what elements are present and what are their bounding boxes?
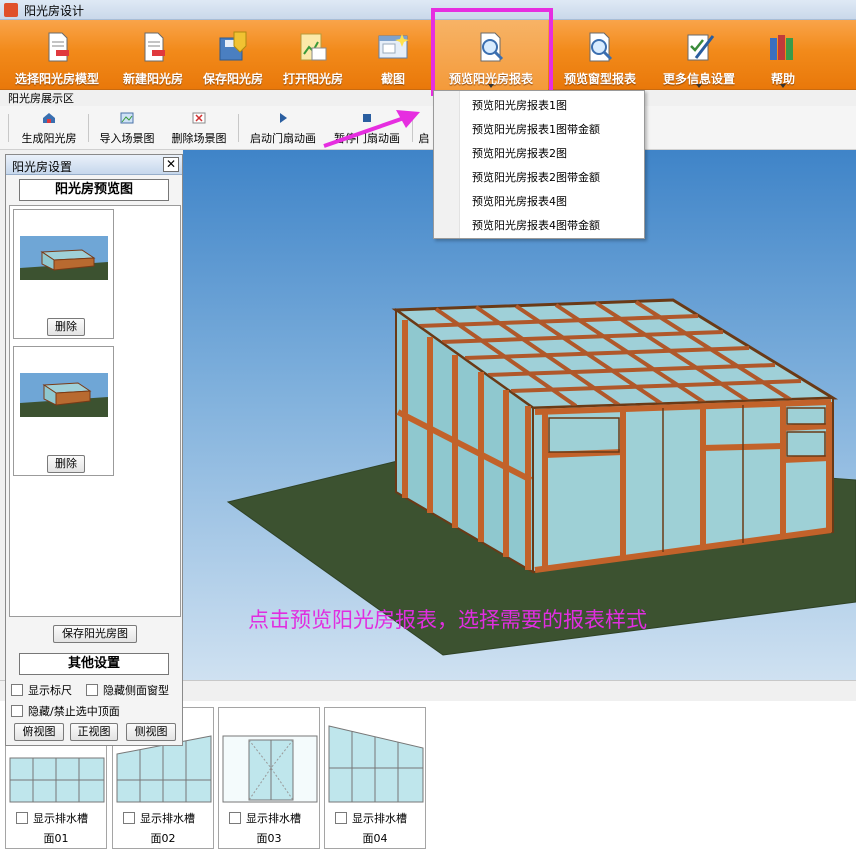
books-icon <box>770 35 793 60</box>
import-scene-button[interactable]: 导入场景图 <box>94 110 160 146</box>
panel-title: 阳光房设置 <box>12 160 73 174</box>
face-card[interactable]: 显示排水槽 面03 <box>218 707 320 849</box>
document-icon <box>48 32 69 62</box>
show-drain-label: 显示排水槽 <box>246 812 301 825</box>
menu-item-report-1-amount[interactable]: 预览阳光房报表1图带金额 <box>472 121 600 137</box>
face-drawing <box>328 725 424 803</box>
show-ruler-label: 显示标尺 <box>28 684 72 697</box>
show-ruler-checkbox[interactable] <box>11 684 23 696</box>
delete-scene-button[interactable]: 删除场景图 <box>165 110 233 146</box>
open-icon <box>300 33 327 61</box>
toolbar-separator <box>238 114 239 142</box>
other-settings-heading: 其他设置 <box>19 653 169 675</box>
app-icon <box>4 3 18 17</box>
report-dropdown-menu: 预览阳光房报表1图 预览阳光房报表1图带金额 预览阳光房报表2图 预览阳光房报表… <box>433 90 645 239</box>
menu-gutter <box>434 91 460 238</box>
preview-icon <box>589 32 613 62</box>
annotation-text: 点击预览阳光房报表，选择需要的报表样式 <box>248 608 647 632</box>
show-drain-label: 显示排水槽 <box>140 812 195 825</box>
menu-item-report-4-amount[interactable]: 预览阳光房报表4图带金额 <box>472 217 600 233</box>
house-icon <box>43 113 55 123</box>
save-sunroom-image-button[interactable]: 保存阳光房图 <box>53 625 137 643</box>
face-drawing <box>222 735 318 803</box>
preview-thumbnail[interactable]: 删除 <box>13 209 114 339</box>
show-drain-checkbox[interactable] <box>123 812 135 824</box>
menu-item-report-4[interactable]: 预览阳光房报表4图 <box>472 193 567 209</box>
title-bar: 阳光房设计 <box>0 0 856 20</box>
top-view-button[interactable]: 俯视图 <box>14 723 64 741</box>
show-drain-label: 显示排水槽 <box>33 812 88 825</box>
window-title: 阳光房设计 <box>24 4 85 18</box>
menu-item-report-2[interactable]: 预览阳光房报表2图 <box>472 145 567 161</box>
preview-thumbnail[interactable]: 删除 <box>13 346 114 476</box>
section-label: 阳光房展示区 <box>8 92 74 105</box>
hide-side-window-label: 隐藏侧面窗型 <box>103 684 169 697</box>
show-drain-label: 显示排水槽 <box>352 812 407 825</box>
menu-item-report-2-amount[interactable]: 预览阳光房报表2图带金额 <box>472 169 600 185</box>
import-image-icon <box>120 112 134 124</box>
hide-side-window-checkbox[interactable] <box>86 684 98 696</box>
save-icon <box>219 31 247 61</box>
save-sunroom-button[interactable]: 保存阳光房 <box>192 20 274 90</box>
screenshot-icon <box>378 34 409 59</box>
toolbar-separator <box>88 114 89 142</box>
preview-heading: 阳光房预览图 <box>19 179 169 201</box>
face-name: 面02 <box>150 832 176 845</box>
more-settings-button[interactable]: 更多信息设置 <box>647 20 751 90</box>
toolbar-separator <box>8 114 9 142</box>
new-document-icon <box>144 32 165 62</box>
face-name: 面04 <box>362 832 388 845</box>
side-view-button[interactable]: 侧视图 <box>126 723 176 741</box>
open-sunroom-button[interactable]: 打开阳光房 <box>274 20 352 90</box>
chevron-down-icon <box>780 84 786 88</box>
menu-item-report-1[interactable]: 预览阳光房报表1图 <box>472 97 567 113</box>
delete-thumbnail-button[interactable]: 删除 <box>47 318 85 336</box>
delete-image-icon <box>192 112 206 124</box>
settings-icon <box>687 34 715 61</box>
screenshot-button[interactable]: 截图 <box>352 20 434 90</box>
preview-thumbnail-list[interactable]: 删除 删除 <box>9 205 181 617</box>
face-name: 面01 <box>43 832 69 845</box>
show-drain-checkbox[interactable] <box>229 812 241 824</box>
panel-header: 阳光房设置 ✕ <box>6 155 182 175</box>
highlight-box <box>431 8 553 96</box>
face-card[interactable]: 显示排水槽 面04 <box>324 707 426 849</box>
hide-top-label: 隐藏/禁止选中顶面 <box>28 705 120 718</box>
face-name: 面03 <box>256 832 282 845</box>
arrow-icon <box>323 110 420 148</box>
scene-toolbar: 生成阳光房 导入场景图 删除场景图 启动门扇动画 暂停门扇动画 启 <box>0 106 856 150</box>
show-drain-checkbox[interactable] <box>335 812 347 824</box>
play-icon <box>280 113 287 123</box>
start-door-animation-button[interactable]: 启动门扇动画 <box>244 110 322 146</box>
sunroom-thumbnail-image <box>20 373 108 417</box>
generate-sunroom-button[interactable]: 生成阳光房 <box>14 110 84 146</box>
help-button[interactable]: 帮助 <box>751 20 815 90</box>
preview-window-report-button[interactable]: 预览窗型报表 <box>553 20 647 90</box>
hide-top-checkbox[interactable] <box>11 705 23 717</box>
chevron-down-icon <box>696 84 702 88</box>
close-icon[interactable]: ✕ <box>163 157 179 172</box>
ribbon-toolbar: 选择阳光房模型 新建阳光房 保存阳光房 打开阳光房 截图 预览阳光房报表 预览窗… <box>0 20 856 90</box>
sunroom-thumbnail-image <box>20 236 108 280</box>
front-view-button[interactable]: 正视图 <box>70 723 118 741</box>
sunroom-settings-panel: 阳光房设置 ✕ 阳光房预览图 删除 删除 保存阳光房图 其他设置 显示标尺 隐藏… <box>5 154 183 746</box>
new-sunroom-button[interactable]: 新建阳光房 <box>114 20 192 90</box>
show-drain-checkbox[interactable] <box>16 812 28 824</box>
delete-thumbnail-button[interactable]: 删除 <box>47 455 85 473</box>
select-model-button[interactable]: 选择阳光房模型 <box>0 20 114 90</box>
